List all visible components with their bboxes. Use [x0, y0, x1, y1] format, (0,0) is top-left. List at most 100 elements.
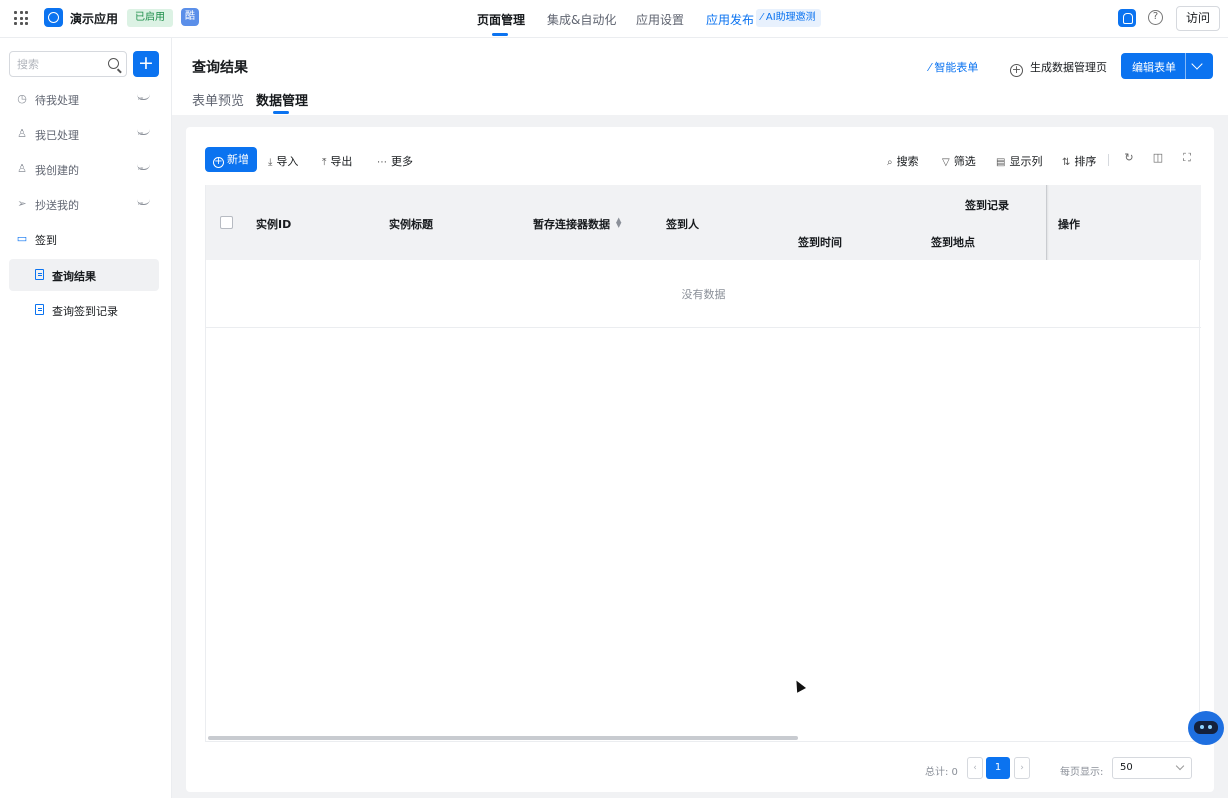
- active-tab-indicator: [492, 33, 508, 36]
- generate-data-page-label: 生成数据管理页: [1030, 61, 1107, 74]
- sidebar-item-label: 我创建的: [35, 164, 79, 177]
- columns-label: 显示列: [1009, 155, 1043, 168]
- pagination-total: 总计: 0: [925, 767, 958, 778]
- status-badge: 已启用: [127, 9, 173, 27]
- tab-integration-automation[interactable]: 集成&自动化: [547, 11, 616, 28]
- tab-page-management[interactable]: 页面管理: [477, 11, 525, 28]
- page-title: 查询结果: [192, 60, 248, 76]
- sidebar-item-cc[interactable]: ➢ 抄送我的: [9, 189, 159, 219]
- import-button[interactable]: ⤓ 导入: [268, 153, 298, 169]
- ku-badge[interactable]: 酷: [181, 8, 199, 26]
- smart-form-button[interactable]: ⁄ 智能表单: [929, 59, 978, 75]
- apps-grid-icon[interactable]: [14, 11, 28, 25]
- column-checkin-time[interactable]: 签到时间: [798, 234, 842, 250]
- refresh-icon[interactable]: ↻: [1123, 152, 1135, 164]
- sidebar-item-created[interactable]: ♙ 我创建的: [9, 154, 159, 184]
- column-temp-connector-data-label: 暂存连接器数据: [533, 218, 610, 231]
- select-all-checkbox[interactable]: [220, 216, 233, 229]
- ai-assistant-bot-icon[interactable]: [1188, 711, 1224, 745]
- visit-button[interactable]: 访问: [1176, 6, 1220, 31]
- help-icon[interactable]: ?: [1148, 10, 1163, 25]
- sidebar-item-pending[interactable]: ◷ 待我处理: [9, 84, 159, 114]
- new-record-button[interactable]: + 新增: [205, 147, 257, 172]
- tab-form-preview[interactable]: 表单预览: [192, 90, 244, 109]
- ai-assistant-invite-chip[interactable]: ⁄ AI助理邀测: [756, 9, 821, 27]
- top-bar: 演示应用 已启用 酷 页面管理 集成&自动化 应用设置 应用发布 ⁄ AI助理邀…: [0, 0, 1228, 38]
- sidebar-search: [9, 51, 127, 77]
- column-temp-connector-data[interactable]: 暂存连接器数据 ▲ ▼: [533, 216, 621, 232]
- hidden-eye-icon[interactable]: [137, 199, 151, 207]
- columns-button[interactable]: ▤ 显示列: [996, 153, 1042, 169]
- add-page-button[interactable]: +: [133, 51, 159, 77]
- column-checkin-person[interactable]: 签到人: [666, 216, 699, 232]
- page-size-value: 50: [1120, 762, 1133, 773]
- filter-icon: ▽: [942, 157, 950, 168]
- hidden-eye-icon[interactable]: [137, 129, 151, 137]
- tab-data-management[interactable]: 数据管理: [256, 90, 308, 109]
- edit-form-label: 编辑表单: [1132, 61, 1176, 74]
- chevron-down-icon: [1175, 761, 1185, 771]
- active-tab-indicator: [273, 111, 289, 114]
- user-check-icon: ♙: [17, 127, 27, 140]
- sidebar-item-label: 抄送我的: [35, 199, 79, 212]
- app-logo-icon: [44, 8, 63, 27]
- search-icon[interactable]: [108, 58, 119, 69]
- next-page-button[interactable]: ›: [1014, 757, 1030, 779]
- search-icon: ⌕: [887, 157, 893, 168]
- tab-app-settings[interactable]: 应用设置: [636, 11, 684, 28]
- search-input[interactable]: [10, 52, 100, 76]
- column-checkin-location[interactable]: 签到地点: [931, 234, 975, 250]
- prev-page-button[interactable]: ‹: [967, 757, 983, 779]
- main-area: 查询结果 表单预览 数据管理 ⁄ 智能表单 + 生成数据管理页 编辑表单 + 新增 …: [172, 38, 1228, 798]
- horizontal-scrollbar[interactable]: [208, 736, 798, 740]
- ellipsis-icon: ⋯: [377, 157, 387, 168]
- column-instance-title[interactable]: 实例标题: [389, 216, 433, 232]
- export-label: 导出: [330, 155, 353, 168]
- plus-circle-icon: +: [213, 156, 224, 168]
- sort-icon: ⇅: [1062, 157, 1071, 168]
- empty-row: 没有数据: [206, 260, 1201, 328]
- chevron-down-icon[interactable]: [1191, 58, 1203, 70]
- generate-data-page-button[interactable]: + 生成数据管理页: [1010, 59, 1107, 77]
- plus-circle-icon: +: [1010, 63, 1023, 77]
- send-icon: ➢: [17, 197, 27, 210]
- data-table: 实例ID 实例标题 暂存连接器数据 ▲ ▼ 签到人 签到记录 签到时间 签到地点 操…: [205, 185, 1201, 742]
- export-button[interactable]: ⤒ 导出: [322, 153, 352, 169]
- import-label: 导入: [276, 155, 299, 168]
- fixed-column-shadow: [1046, 185, 1049, 260]
- empty-state-text: 没有数据: [681, 288, 726, 301]
- layout-icon[interactable]: ◫: [1152, 152, 1164, 164]
- hidden-eye-icon[interactable]: [137, 164, 151, 172]
- column-operations: 操作: [1058, 218, 1080, 231]
- download-icon: ⤓: [268, 157, 273, 168]
- search-label: 搜索: [896, 155, 919, 168]
- hidden-eye-icon[interactable]: [137, 94, 151, 102]
- sidebar-group-label: 签到: [35, 234, 57, 247]
- sidebar: + ◷ 待我处理 ♙ 我已处理 ♙ 我创建的 ➢ 抄送我的 ▭ 签到 查询结果 …: [0, 38, 172, 798]
- more-button[interactable]: ⋯ 更多: [377, 153, 413, 169]
- page-size-select[interactable]: 50: [1112, 757, 1192, 779]
- fullscreen-icon[interactable]: ⛶: [1181, 152, 1193, 164]
- page-header: 查询结果 表单预览 数据管理 ⁄ 智能表单 + 生成数据管理页 编辑表单: [172, 38, 1228, 115]
- tab-app-publish[interactable]: 应用发布: [706, 11, 754, 28]
- sort-button[interactable]: ⇅ 排序: [1062, 153, 1096, 169]
- edit-form-button[interactable]: 编辑表单: [1121, 53, 1213, 79]
- page-size-label: 每页显示:: [1060, 767, 1104, 778]
- sort-toggle-icon[interactable]: ▲ ▼: [616, 217, 621, 229]
- new-record-label: 新增: [227, 153, 249, 166]
- sidebar-item-label: 查询签到记录: [52, 305, 118, 318]
- sidebar-item-query-checkin-records[interactable]: 查询签到记录: [9, 294, 159, 326]
- folder-icon: ▭: [16, 232, 28, 245]
- sidebar-item-processed[interactable]: ♙ 我已处理: [9, 119, 159, 149]
- filter-label: 筛选: [953, 155, 976, 168]
- column-instance-id[interactable]: 实例ID: [256, 216, 291, 232]
- search-button[interactable]: ⌕ 搜索: [887, 153, 919, 169]
- notification-icon[interactable]: [1118, 9, 1136, 27]
- sidebar-item-query-result[interactable]: 查询结果: [9, 259, 159, 291]
- current-page-button[interactable]: 1: [986, 757, 1010, 779]
- sidebar-group-checkin[interactable]: ▭ 签到: [9, 224, 159, 254]
- column-group-checkin-record: 签到记录: [965, 199, 1009, 212]
- document-icon: [35, 304, 44, 315]
- filter-button[interactable]: ▽ 筛选: [942, 153, 976, 169]
- app-name[interactable]: 演示应用: [70, 10, 118, 27]
